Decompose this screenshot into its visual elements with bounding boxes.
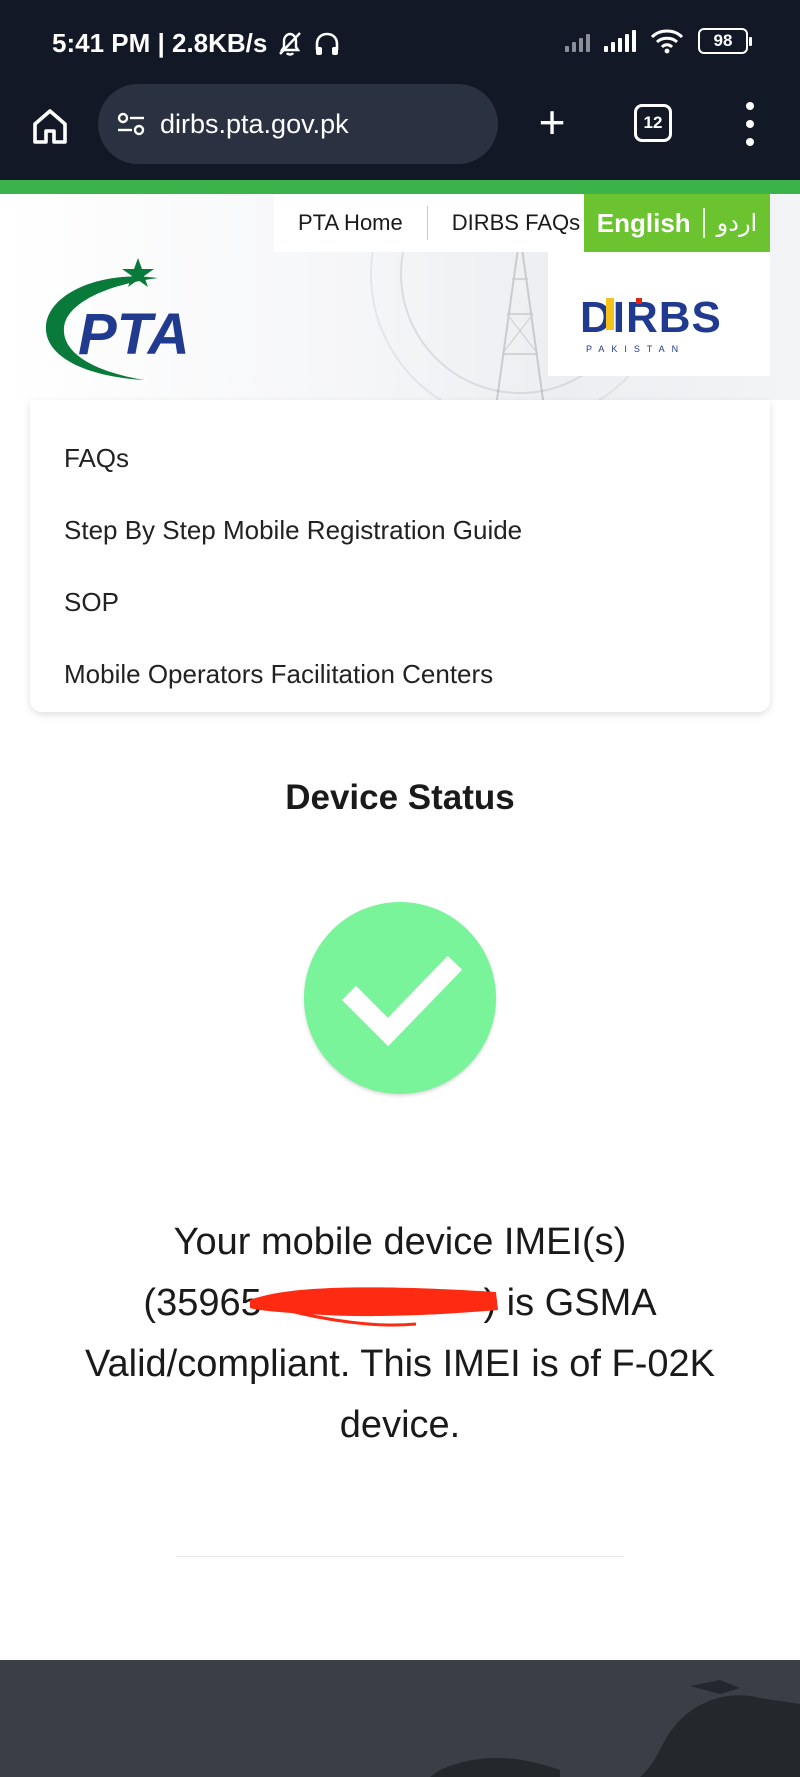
menu-item-faqs[interactable]: FAQs (64, 443, 129, 474)
dirbs-logo[interactable]: DIRBS PAKISTAN (548, 252, 770, 376)
dirbs-logo-sub: PAKISTAN (586, 344, 685, 354)
signal-1-icon (565, 30, 590, 52)
success-check-icon (304, 902, 496, 1094)
dirbs-logo-text: DIRBS (580, 293, 722, 342)
pta-logo[interactable]: PTA (40, 256, 240, 386)
section-divider (176, 1556, 624, 1557)
status-line-1: Your mobile device IMEI(s) (173, 1221, 627, 1263)
status-line-4: device. (339, 1404, 461, 1446)
site-header: PTA Home DIRBS FAQs English اردو PTA DIR… (0, 194, 800, 400)
url-text[interactable]: dirbs.pta.gov.pk (160, 109, 349, 140)
dirbs-faqs-link[interactable]: DIRBS FAQs (428, 210, 604, 236)
language-urdu[interactable]: اردو (717, 209, 758, 238)
green-accent-line (0, 180, 800, 194)
site-settings-icon[interactable] (116, 111, 146, 137)
tab-switcher-button[interactable]: 12 (634, 104, 672, 142)
overflow-menu-icon[interactable] (742, 102, 758, 146)
status-time-speed: 5:41 PM | 2.8KB/s (52, 28, 268, 58)
redaction-scribble (250, 1287, 498, 1327)
pta-home-link[interactable]: PTA Home (274, 210, 427, 236)
tower-decoration (495, 234, 545, 400)
world-map-decoration (430, 1680, 800, 1777)
new-tab-icon[interactable]: + (532, 99, 572, 145)
language-english[interactable]: English (597, 208, 691, 239)
site-footer (0, 1660, 800, 1777)
faq-dropdown-menu: FAQs Step By Step Mobile Registration Gu… (30, 400, 770, 712)
status-right: 98 (565, 28, 752, 54)
top-links-bar: PTA Home DIRBS FAQs (274, 194, 605, 252)
battery-icon: 98 (698, 28, 752, 54)
device-status-message: Your mobile device IMEI(s) (35965 ) is G… (40, 1212, 760, 1456)
status-bar: 5:41 PM | 2.8KB/s 98 (0, 0, 800, 84)
menu-item-facilitation-centers[interactable]: Mobile Operators Facilitation Centers (64, 659, 493, 690)
browser-toolbar: dirbs.pta.gov.pk + 12 (0, 84, 800, 180)
status-line-3: Valid/compliant. This IMEI is of F-02K (84, 1343, 716, 1385)
language-switcher: English اردو (584, 194, 770, 252)
home-icon[interactable] (30, 106, 70, 146)
address-bar[interactable]: dirbs.pta.gov.pk (98, 84, 498, 164)
menu-item-sop[interactable]: SOP (64, 587, 119, 618)
pta-logo-text: PTA (78, 302, 190, 367)
status-left: 5:41 PM | 2.8KB/s (52, 28, 341, 59)
divider (702, 208, 705, 238)
wifi-icon (650, 29, 684, 54)
menu-item-registration-guide[interactable]: Step By Step Mobile Registration Guide (64, 515, 522, 546)
device-status-title: Device Status (285, 778, 515, 817)
signal-2-icon (604, 30, 636, 52)
silent-bell-icon (279, 31, 302, 56)
headphone-icon (316, 32, 339, 55)
